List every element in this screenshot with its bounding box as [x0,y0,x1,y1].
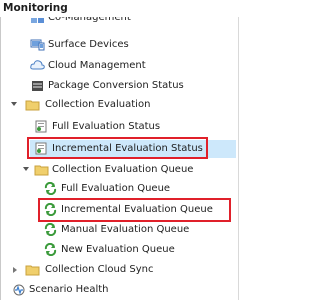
expand-chevron-down-icon[interactable] [11,102,17,106]
refresh-icon [43,181,58,196]
tree-item-label: Collection Evaluation [45,99,151,110]
tree-item-label: Collection Evaluation Queue [52,164,194,175]
tree-item-label: Surface Devices [48,39,129,50]
tree-item-label: Incremental Evaluation Queue [61,204,213,215]
folder-icon [34,163,49,176]
tree-item-label: Full Evaluation Queue [61,183,171,194]
cloud-icon [30,59,45,72]
tree-item-label: Full Evaluation Status [52,121,161,132]
folder-icon [25,98,40,111]
tree-item-collection-evaluation-queue[interactable]: Collection Evaluation Queue [0,160,238,180]
tree-item-label: Cloud Management [48,60,146,71]
refresh-icon [43,242,58,257]
expand-chevron-right-icon[interactable] [13,267,17,273]
status-doc-icon [34,142,49,155]
expand-chevron-down-icon[interactable] [23,167,29,171]
tree-item-full-evaluation-queue[interactable]: Full Evaluation Queue [0,179,238,199]
refresh-icon [43,222,58,237]
status-doc-icon [34,120,49,133]
folder-icon [25,263,40,276]
tree-item-label: Incremental Evaluation Status [52,143,203,154]
tree-item-collection-cloud-sync[interactable]: Collection Cloud Sync [0,260,238,280]
tree-item-label: Package Conversion Status [48,80,184,91]
tree-item-package-conversion-status[interactable]: Package Conversion Status [0,76,238,96]
tree-item-label: New Evaluation Queue [61,244,175,255]
refresh-icon [43,202,58,217]
tree-item-full-evaluation-status[interactable]: Full Evaluation Status [0,117,238,137]
tree-item-incremental-evaluation-status[interactable]: Incremental Evaluation Status [0,139,238,159]
tree-item-label: Scenario Health [29,284,109,295]
tree-item-incremental-evaluation-queue[interactable]: Incremental Evaluation Queue [0,200,238,220]
tree-item-label: Collection Cloud Sync [45,264,154,275]
tree-item-scenario-health[interactable]: Scenario Health [0,280,238,300]
navigation-tree: Co-Management Surface Devices Cloud Mana… [0,0,246,300]
health-icon [12,283,27,296]
devices-icon [30,38,45,51]
tree-item-manual-evaluation-queue[interactable]: Manual Evaluation Queue [0,220,238,240]
package-icon [30,79,45,92]
tree-item-cloud-management[interactable]: Cloud Management [0,56,238,76]
section-header: Monitoring [0,0,249,17]
tree-item-new-evaluation-queue[interactable]: New Evaluation Queue [0,240,238,260]
tree-item-surface-devices[interactable]: Surface Devices [0,35,238,55]
tree-item-collection-evaluation[interactable]: Collection Evaluation [0,95,238,115]
tree-item-label: Manual Evaluation Queue [61,224,190,235]
monitoring-tree-panel: Co-Management Surface Devices Cloud Mana… [0,0,249,300]
